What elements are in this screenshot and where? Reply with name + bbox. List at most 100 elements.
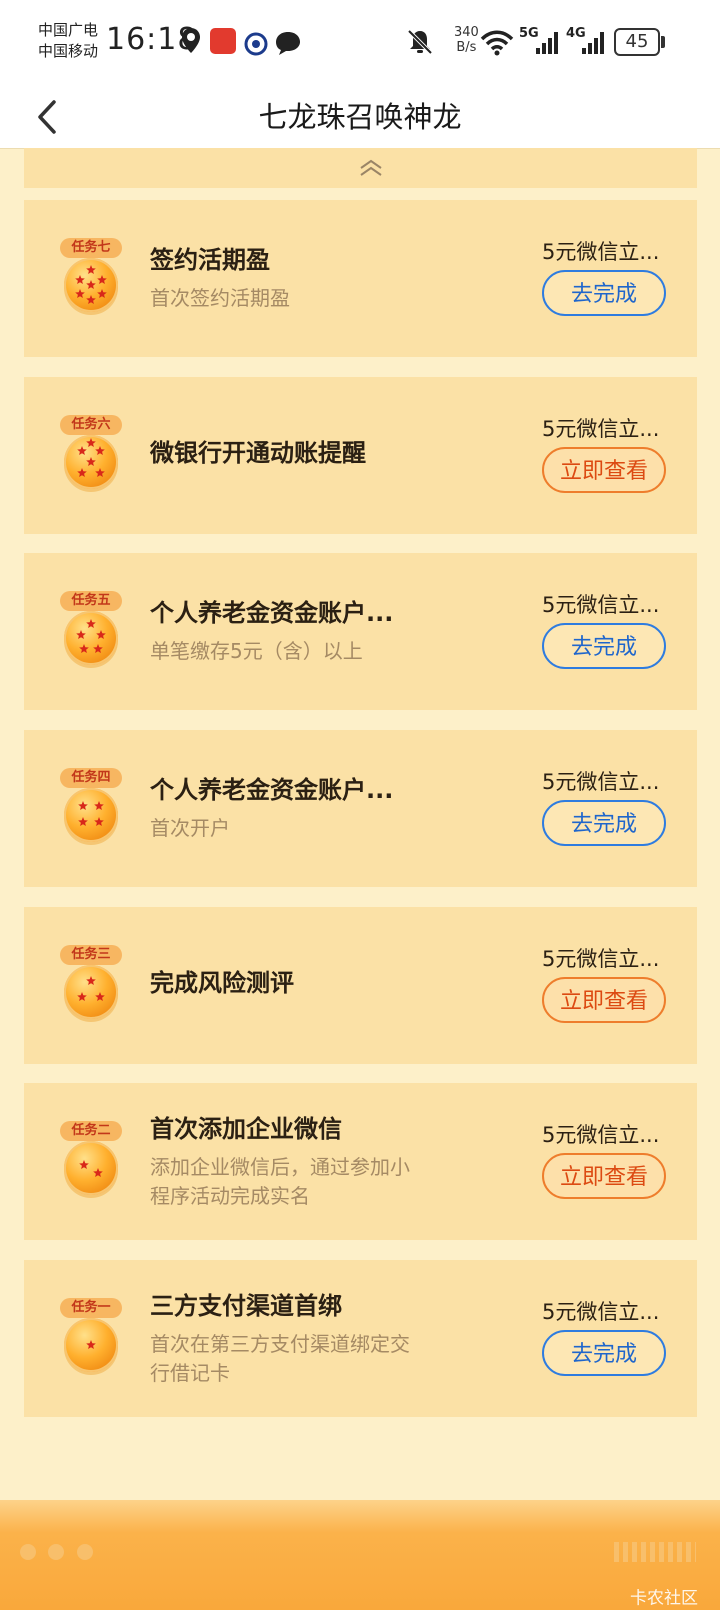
decor-dot xyxy=(20,1544,36,1560)
task-title: 个人养老金资金账户... xyxy=(150,776,394,804)
task-tag: 任务七 xyxy=(60,238,122,258)
dragon-ball-badge: 任务六 xyxy=(60,415,122,497)
star-icon xyxy=(86,976,96,985)
message-icon xyxy=(276,32,300,55)
task-desc: 首次在第三方支付渠道绑定交行借记卡 xyxy=(150,1332,410,1385)
task-title: 首次添加企业微信 xyxy=(150,1115,342,1143)
battery-tip xyxy=(661,36,665,48)
star-icon xyxy=(86,457,96,466)
star-icon xyxy=(77,468,87,477)
task-tag: 任务二 xyxy=(60,1121,122,1141)
task-action-button[interactable]: 去完成 xyxy=(542,270,666,316)
dragon-ball-stars xyxy=(86,1340,96,1349)
app-notification-icon-2 xyxy=(244,32,268,56)
star-icon xyxy=(79,644,89,653)
star-icon xyxy=(94,801,104,810)
star-icon xyxy=(95,468,105,477)
task-card: 任务四 个人养老金资金账户... 首次开户 5元微信立... 去完成 xyxy=(24,730,697,887)
decor-dot xyxy=(77,1544,93,1560)
star-icon xyxy=(78,817,88,826)
net-speed-unit: B/s xyxy=(456,40,477,55)
task-card: 任务五 个人养老金资金账户... 单笔缴存5元（含）以上 5元微信立... 去完成 xyxy=(24,553,697,710)
bottom-decor-panel xyxy=(0,1500,720,1610)
task-action-button[interactable]: 去完成 xyxy=(542,623,666,669)
star-icon xyxy=(76,630,86,639)
task-tag: 任务一 xyxy=(60,1298,122,1318)
task-action-button[interactable]: 立即查看 xyxy=(542,977,666,1023)
task-reward: 5元微信立... xyxy=(542,770,660,794)
star-icon xyxy=(86,280,96,289)
star-icon xyxy=(95,992,105,1001)
star-icon xyxy=(96,630,106,639)
battery-icon: 45 xyxy=(614,28,660,56)
dragon-ball-badge: 任务三 xyxy=(60,945,122,1027)
app-notification-icon xyxy=(210,28,236,54)
star-icon xyxy=(94,817,104,826)
star-icon xyxy=(93,644,103,653)
collapse-button[interactable] xyxy=(24,148,697,188)
dragon-ball-icon xyxy=(64,258,118,312)
star-icon xyxy=(78,801,88,810)
task-tag: 任务三 xyxy=(60,945,122,965)
task-desc: 添加企业微信后，通过参加小程序活动完成实名 xyxy=(150,1155,410,1208)
star-icon xyxy=(93,1168,103,1177)
dragon-ball-stars xyxy=(79,1160,103,1177)
dragon-ball-icon xyxy=(64,435,118,489)
star-icon xyxy=(75,289,85,298)
star-icon xyxy=(95,446,105,455)
dragon-ball-stars xyxy=(75,265,107,304)
task-reward: 5元微信立... xyxy=(542,1123,660,1147)
task-desc: 首次开户 xyxy=(150,816,230,840)
dragon-ball-stars xyxy=(76,619,106,653)
task-card: 任务七 签约活期盈首次签约活期盈 5元微信立... 去完成 xyxy=(24,200,697,357)
dragon-ball-icon xyxy=(64,611,118,665)
task-reward: 5元微信立... xyxy=(542,593,660,617)
net-speed: 340 B/s xyxy=(454,25,479,55)
location-icon xyxy=(182,28,200,53)
task-desc: 单笔缴存5元（含）以上 xyxy=(150,639,363,663)
task-action-button[interactable]: 立即查看 xyxy=(542,1153,666,1199)
carrier-labels: 中国广电 中国移动 xyxy=(38,20,98,62)
dragon-ball-icon xyxy=(64,1318,118,1372)
nav-bar: 七龙珠召唤神龙 xyxy=(0,86,720,149)
mute-bell-icon xyxy=(407,29,433,55)
dragon-ball-badge: 任务一 xyxy=(60,1298,122,1380)
task-reward: 5元微信立... xyxy=(542,240,660,264)
task-card: 任务六微银行开通动账提醒 5元微信立... 立即查看 xyxy=(24,377,697,534)
task-action-button[interactable]: 去完成 xyxy=(542,1330,666,1376)
task-card: 任务三完成风险测评 5元微信立... 立即查看 xyxy=(24,907,697,1064)
task-action-button[interactable]: 立即查看 xyxy=(542,447,666,493)
dragon-ball-stars xyxy=(78,801,104,826)
task-action-button[interactable]: 去完成 xyxy=(542,800,666,846)
star-icon xyxy=(97,275,107,284)
task-tag: 任务四 xyxy=(60,768,122,788)
star-icon xyxy=(86,295,96,304)
double-chevron-up-icon xyxy=(360,159,382,176)
task-title: 完成风险测评 xyxy=(150,969,294,997)
dragon-ball-icon xyxy=(64,1141,118,1195)
decor-stripes xyxy=(614,1542,696,1562)
star-icon xyxy=(77,992,87,1001)
signal-icon xyxy=(536,32,558,54)
task-reward: 5元微信立... xyxy=(542,1300,660,1324)
star-icon xyxy=(77,446,87,455)
watermark: 卡农社区 xyxy=(630,1588,698,1609)
task-card: 任务一 三方支付渠道首绑 首次在第三方支付渠道绑定交行借记卡 5元微信立... 去完成 xyxy=(24,1260,697,1417)
task-tag: 任务六 xyxy=(60,415,122,435)
carrier-2: 中国移动 xyxy=(38,42,99,60)
dragon-ball-badge: 任务四 xyxy=(60,768,122,850)
task-card: 任务二 首次添加企业微信添加企业微信后，通过参加小程序活动完成实名 5元微信立...… xyxy=(24,1083,697,1240)
star-icon xyxy=(86,619,96,628)
star-icon xyxy=(86,265,96,274)
net-speed-value: 340 xyxy=(454,25,479,40)
task-title: 微银行开通动账提醒 xyxy=(150,439,366,467)
task-reward: 5元微信立... xyxy=(542,417,660,441)
task-desc: 首次签约活期盈 xyxy=(150,286,290,310)
dragon-ball-stars xyxy=(77,976,105,1001)
task-title: 签约活期盈 xyxy=(150,246,270,274)
task-reward: 5元微信立... xyxy=(542,947,660,971)
task-title: 个人养老金资金账户... xyxy=(150,599,394,627)
wifi-icon xyxy=(480,30,514,56)
dragon-ball-badge: 任务七 xyxy=(60,238,122,320)
decor-dot xyxy=(48,1544,64,1560)
